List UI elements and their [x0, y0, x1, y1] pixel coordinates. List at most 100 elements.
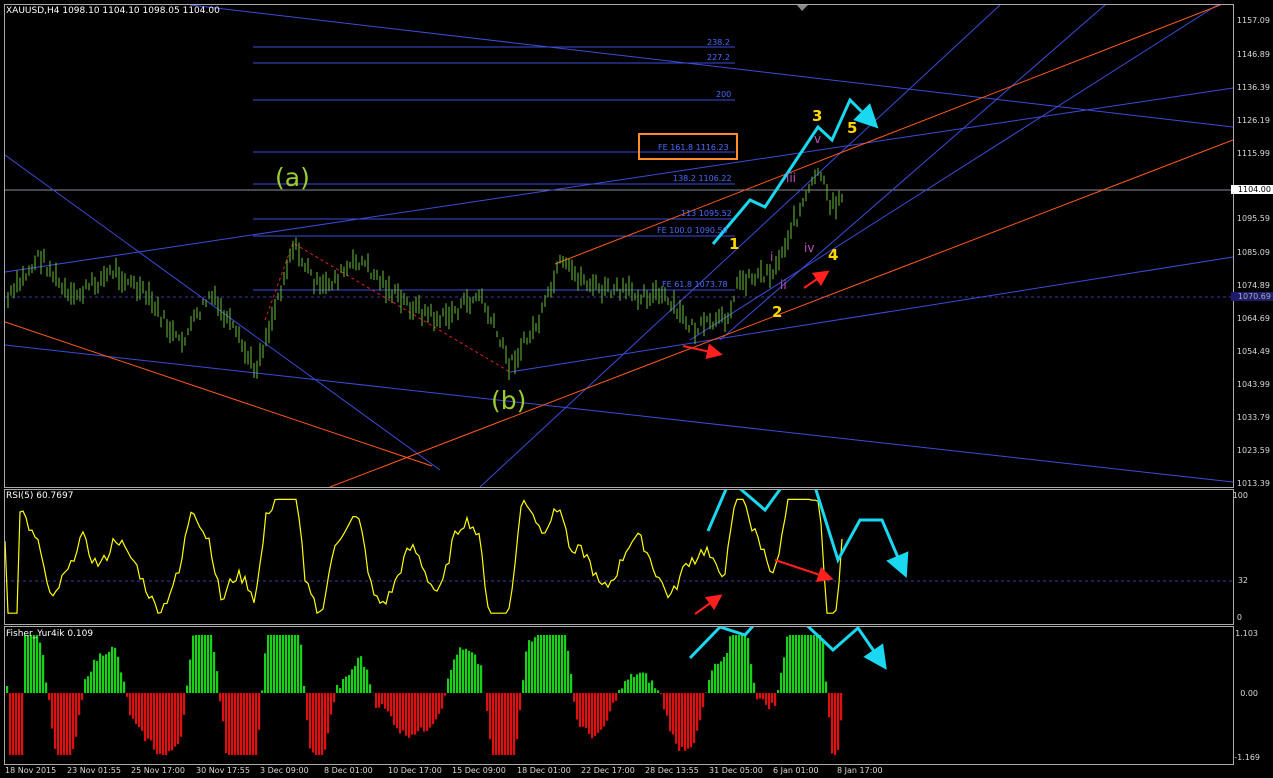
time-tick: 28 Dec 13:55	[645, 766, 699, 775]
fisher-bar	[750, 664, 753, 693]
fisher-bar	[435, 693, 438, 720]
fisher-bar	[459, 647, 462, 693]
fisher-bar	[444, 693, 447, 696]
fisher-bar	[321, 693, 324, 755]
fisher-bar	[120, 672, 123, 693]
fisher-bar	[456, 654, 459, 693]
fisher-bar	[144, 693, 147, 742]
wave-label-sub-ii: ii	[780, 278, 787, 292]
fisher-bar	[51, 693, 54, 729]
price-tick: 1064.69	[1236, 314, 1270, 323]
fisher-bar	[396, 693, 399, 729]
time-tick: 10 Dec 17:00	[388, 766, 442, 775]
chart-canvas[interactable]	[0, 0, 1273, 778]
fisher-bar	[441, 693, 444, 709]
fisher-bar	[681, 693, 684, 747]
wave-label-sub-iii: iii	[786, 171, 797, 185]
fisher-bar	[69, 693, 72, 755]
fisher-bar	[768, 693, 771, 710]
fisher-bar	[72, 693, 75, 750]
fisher-bar	[156, 693, 159, 755]
wave-label-1: 1	[729, 235, 740, 253]
fisher-bar	[399, 693, 402, 734]
fisher-bar	[738, 635, 741, 693]
fisher-bar	[840, 693, 843, 721]
wave-label-3: 3	[812, 107, 823, 125]
fisher-bar	[324, 693, 327, 750]
fisher-bar	[216, 671, 219, 693]
fisher-bar	[795, 635, 798, 693]
fib-levels	[253, 46, 735, 291]
fisher-bar	[621, 688, 624, 693]
fisher-bar	[264, 653, 267, 693]
fisher-bar	[570, 673, 573, 693]
rsi-level-label: 32	[1237, 576, 1248, 585]
fisher-bar	[576, 693, 579, 720]
fisher-bar	[711, 670, 714, 693]
fisher-bar	[450, 669, 453, 693]
rsi-line	[5, 498, 843, 615]
fisher-bar	[771, 693, 774, 703]
fisher-bar	[96, 661, 99, 693]
fisher-bar	[630, 673, 633, 693]
fisher-bar	[633, 677, 636, 693]
fisher-bar	[351, 669, 354, 693]
fisher-bar	[315, 693, 318, 755]
fisher-bar	[357, 657, 360, 693]
fisher-bar	[123, 681, 126, 693]
fisher-bar	[330, 693, 333, 715]
fisher-bar	[318, 693, 321, 755]
fisher-bar	[60, 693, 63, 755]
current-price-tag: 1104.00	[1231, 185, 1273, 194]
fisher-bar	[582, 693, 585, 727]
fisher-bar	[279, 635, 282, 693]
fisher-bar	[780, 672, 783, 693]
fisher-bar	[39, 642, 42, 693]
fisher-bar	[702, 693, 705, 708]
fisher-bar	[63, 693, 66, 755]
fisher-bar	[111, 646, 114, 693]
fisher-pane-title: Fisher_Yur4ik 0.109	[6, 629, 94, 639]
fisher-bar	[741, 635, 744, 693]
fisher-bar	[75, 693, 78, 737]
fe-161-highlight-box: FE 161.8 1116.23	[638, 133, 738, 160]
fisher-bar	[255, 693, 258, 755]
fisher-bar	[810, 635, 813, 693]
fisher-bar	[48, 693, 51, 701]
wave-label-sub-v: v	[814, 132, 822, 146]
fisher-bar	[30, 635, 33, 693]
fib-label: 200	[716, 90, 732, 99]
fisher-bar	[615, 693, 618, 701]
fisher-bar	[348, 675, 351, 693]
fisher-bar	[84, 679, 87, 693]
fisher-bar	[174, 693, 177, 747]
fisher-bar	[360, 656, 363, 693]
fisher-bar	[369, 684, 372, 693]
fisher-bar	[684, 693, 687, 751]
fisher-bar	[240, 693, 243, 755]
fisher-bar	[165, 693, 168, 755]
time-tick: 18 Nov 2015	[5, 766, 57, 775]
price-tick: 1085.09	[1236, 248, 1270, 257]
fisher-bar	[276, 635, 279, 693]
fisher-bar	[390, 693, 393, 717]
fisher-bar	[105, 654, 108, 693]
fisher-bar	[78, 693, 81, 716]
fisher-bar	[696, 693, 699, 731]
fisher-bar	[66, 693, 69, 755]
fisher-bar	[426, 693, 429, 731]
fisher-level-label: -1.169	[1234, 753, 1260, 762]
fisher-bar	[432, 693, 435, 725]
red-arrow-rsi-1	[774, 559, 834, 583]
fisher-bar	[531, 641, 534, 693]
fisher-bar	[612, 693, 615, 703]
fisher-bar	[198, 635, 201, 693]
fisher-bar	[114, 647, 117, 693]
fisher-bar	[135, 693, 138, 725]
time-tick: 15 Dec 09:00	[452, 766, 506, 775]
scroll-marker-icon[interactable]	[797, 5, 808, 11]
wave-label-4: 4	[828, 246, 839, 264]
fisher-bar	[618, 690, 621, 693]
fisher-bar	[666, 693, 669, 716]
wave-label-sub-iv: iv	[804, 241, 815, 255]
